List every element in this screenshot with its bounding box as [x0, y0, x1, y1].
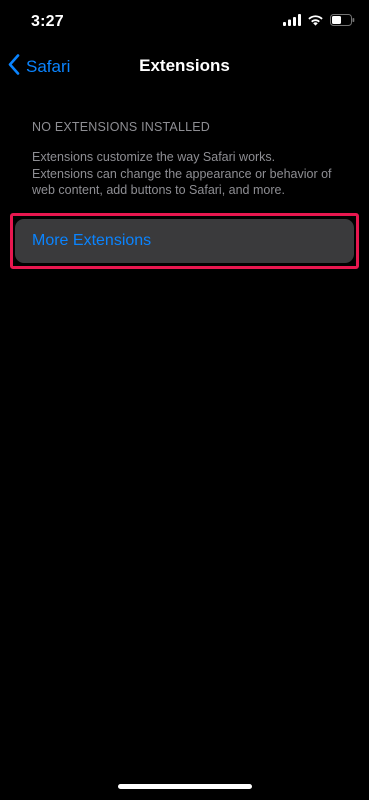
more-extensions-button[interactable]: More Extensions: [15, 219, 354, 263]
status-time: 3:27: [31, 13, 64, 30]
page-title: Extensions: [139, 56, 230, 75]
home-indicator[interactable]: [118, 784, 252, 789]
section-header: NO EXTENSIONS INSTALLED: [32, 120, 211, 134]
cellular-signal-icon: [283, 14, 301, 26]
wifi-icon: [307, 14, 324, 26]
status-icons: [283, 14, 355, 26]
battery-icon: [330, 14, 355, 26]
status-bar: 3:27: [0, 0, 369, 44]
navigation-bar: Safari Extensions: [0, 44, 369, 88]
section-description: Extensions customize the way Safari work…: [32, 150, 332, 197]
more-extensions-label: More Extensions: [32, 232, 152, 249]
